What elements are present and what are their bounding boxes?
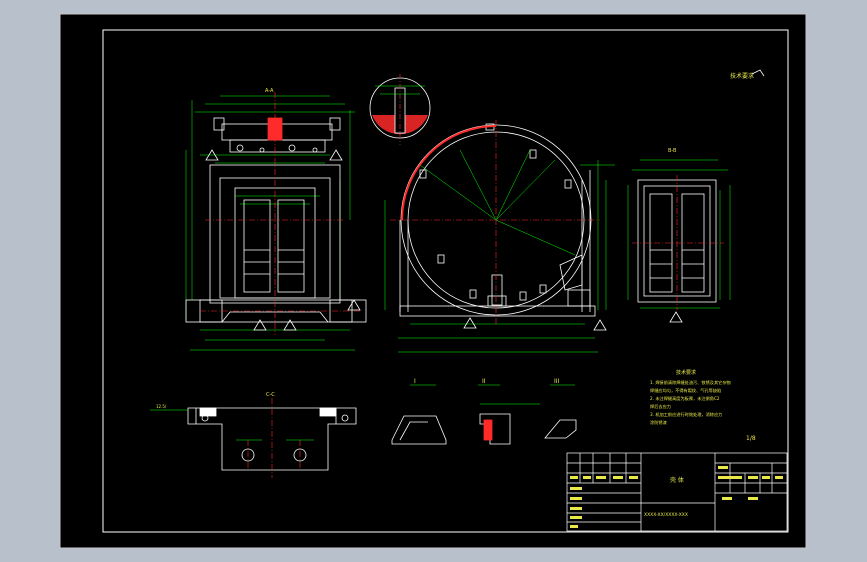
notes-title: 技术要求 <box>676 369 696 376</box>
note-line: 涂防锈漆 <box>650 419 667 426</box>
note-line: 1. 焊接前清除焊缝处油污、铁锈及其它杂物 <box>650 379 731 386</box>
section-label-right: B-B <box>668 148 677 154</box>
note-line: 3. 机加工前应进行时效处理，消除应力 <box>650 411 722 418</box>
detail-label-3: III <box>554 378 560 385</box>
section-label-bottom: C-C <box>266 392 275 398</box>
cad-viewer-window: 技术要求 I II III A-A B-B C-C 技术要求 1. 焊接前清除焊… <box>0 0 867 562</box>
detail-label-2: II <box>482 378 486 385</box>
top-right-mark: 技术要求 <box>730 72 754 80</box>
note-line: 焊缝应均匀，不得有裂纹、气孔等缺陷 <box>650 387 721 394</box>
section-label-left: A-A <box>265 88 274 94</box>
drawing-code: XXXX-XX/XXXX-XXX <box>644 512 688 518</box>
detail-label-1: I <box>414 378 416 385</box>
drawing-sheet: 技术要求 I II III A-A B-B C-C 技术要求 1. 焊接前清除焊… <box>59 13 807 549</box>
sheet-label: 1/8 <box>746 435 756 442</box>
part-name: 壳 体 <box>670 476 684 484</box>
roughness-label: 12.5/ <box>156 404 167 409</box>
note-line: 焊后去应力 <box>650 403 671 410</box>
note-line: 2. 未注焊缝高度为板厚，未注倒角C2 <box>650 395 720 402</box>
